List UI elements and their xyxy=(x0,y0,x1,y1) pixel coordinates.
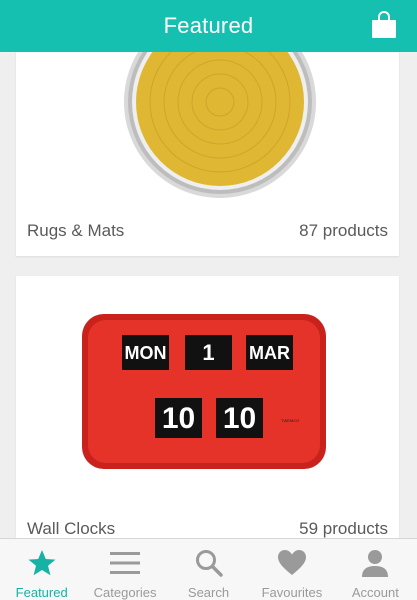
rug-image xyxy=(124,52,316,198)
tab-label: Featured xyxy=(15,585,68,600)
tab-account[interactable]: Account xyxy=(334,539,417,600)
tab-search[interactable]: Search xyxy=(167,539,250,600)
category-name: Rugs & Mats xyxy=(27,221,125,240)
product-count: 59 products xyxy=(299,519,388,538)
product-count: 87 products xyxy=(299,221,388,240)
tab-label: Categories xyxy=(93,585,157,600)
menu-icon xyxy=(110,552,141,574)
shopping-bag-icon[interactable] xyxy=(371,11,397,39)
category-caption: Wall Clocks 59 products xyxy=(27,519,388,538)
category-card-rugs[interactable]: Rugs & Mats 87 products xyxy=(16,52,399,256)
category-feed[interactable]: Rugs & Mats 87 products MON 1 MAR 10 10 … xyxy=(0,52,417,538)
tab-favourites[interactable]: Favourites xyxy=(250,539,333,600)
star-icon xyxy=(28,550,56,576)
person-icon xyxy=(362,550,389,577)
clock-image: MON 1 MAR 10 10 TWEMCO xyxy=(82,314,326,469)
tab-categories[interactable]: Categories xyxy=(83,539,166,600)
category-name: Wall Clocks xyxy=(27,519,116,538)
clock-date: 1 xyxy=(202,340,214,365)
clock-hour: 10 xyxy=(162,402,195,435)
clock-day: MON xyxy=(125,343,167,363)
tab-label: Favourites xyxy=(261,585,323,600)
app-header: Featured xyxy=(0,0,417,52)
category-caption: Rugs & Mats 87 products xyxy=(27,221,388,241)
search-icon xyxy=(195,550,223,577)
tab-label: Account xyxy=(351,585,399,600)
clock-minute: 10 xyxy=(223,402,256,435)
clock-month: MAR xyxy=(249,343,290,363)
heart-icon xyxy=(277,550,306,575)
bottom-tab-bar: Featured Categories Search Favourites Ac… xyxy=(0,538,417,600)
tab-label: Search xyxy=(187,585,230,600)
tab-featured[interactable]: Featured xyxy=(0,539,83,600)
clock-brand: TWEMCO xyxy=(281,418,299,423)
page-title: Featured xyxy=(163,13,254,38)
category-card-wall-clocks[interactable]: MON 1 MAR 10 10 TWEMCO Wall Clocks 59 pr… xyxy=(16,276,399,538)
